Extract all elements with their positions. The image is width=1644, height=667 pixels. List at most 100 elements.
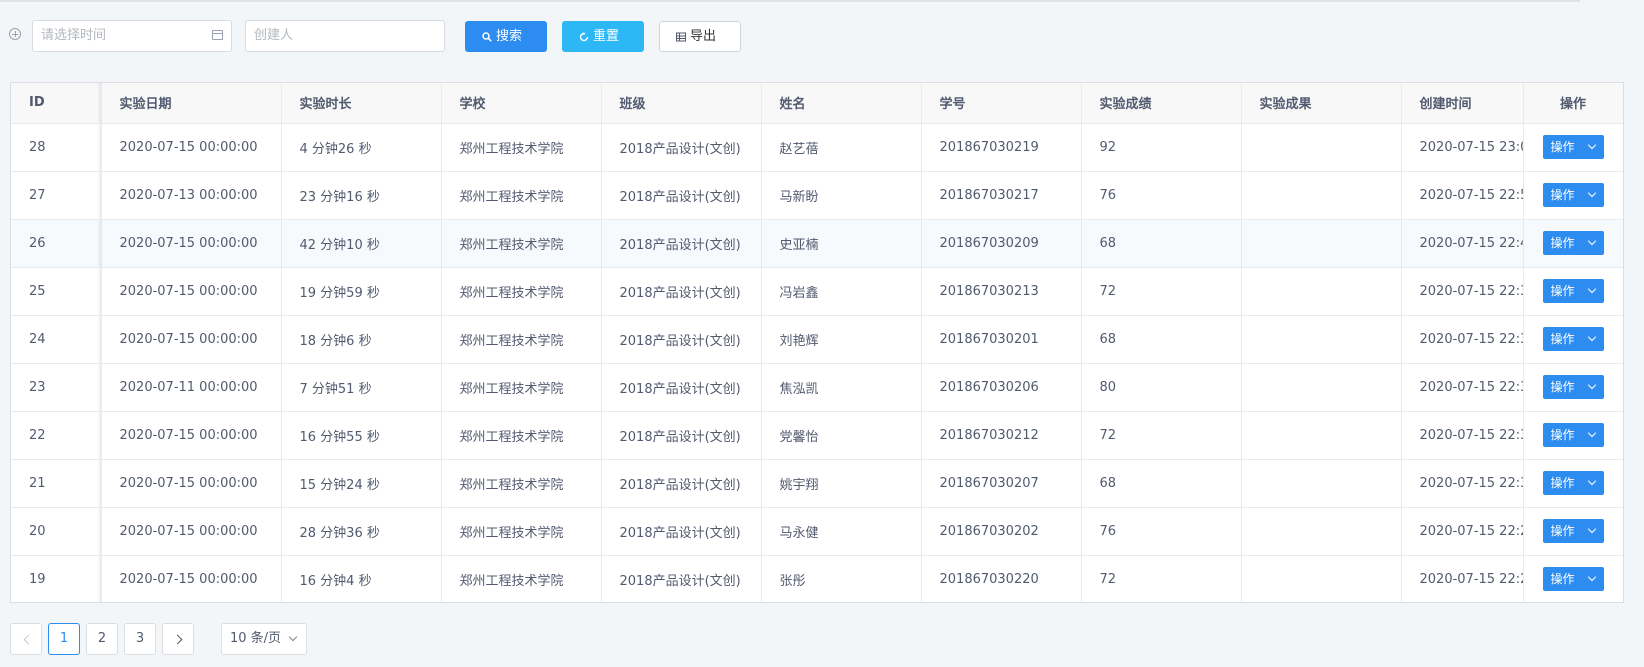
cell-duration: 28 分钟36 秒 (281, 507, 442, 556)
chevron-down-icon (288, 632, 298, 642)
cell-school: 郑州工程技术学院 (441, 219, 602, 268)
reset-button[interactable]: 重置 (562, 21, 644, 52)
row-action-label: 操作 (1550, 524, 1575, 538)
cell-duration: 19 分钟59 秒 (281, 267, 442, 316)
row-action-button[interactable]: 操作 (1542, 567, 1604, 591)
cell-student-no: 201867030213 (921, 267, 1082, 316)
table-row[interactable]: 25 2020-07-15 00:00:00 19 分钟59 秒郑州工程技术学院 20… (11, 267, 1623, 316)
table-row[interactable]: 27 2020-07-13 00:00:00 23 分钟16 秒郑州工程技术学院 20… (11, 171, 1623, 220)
cell-duration: 18 分钟6 秒 (281, 315, 442, 364)
cell-student-no: 201867030206 (921, 363, 1082, 412)
cell-class: 2018产品设计(文创) (601, 411, 762, 460)
cell-name: 史亚楠 (761, 219, 922, 268)
cell-score: 80 (1081, 363, 1242, 412)
row-action-button[interactable]: 操作 (1542, 135, 1604, 159)
table-row[interactable]: 19 2020-07-15 00:00:00 16 分钟4 秒郑州工程技术学院 201… (11, 555, 1623, 602)
cell-id: 28 (11, 123, 102, 172)
column-header-school[interactable]: 学校 (441, 83, 602, 124)
export-button[interactable]: 导出 (659, 21, 741, 52)
cell-date: 2020-07-15 00:00:00 (101, 555, 282, 602)
table-row[interactable]: 26 2020-07-15 00:00:00 42 分钟10 秒郑州工程技术学院 20… (11, 219, 1623, 268)
chevron-down-icon (1587, 284, 1596, 294)
row-action-button[interactable]: 操作 (1542, 231, 1604, 255)
column-header-name[interactable]: 姓名 (761, 83, 922, 124)
cell-score: 72 (1081, 267, 1242, 316)
cell-name: 冯岩鑫 (761, 267, 922, 316)
cell-date: 2020-07-15 00:00:00 (101, 267, 282, 316)
cell-name: 刘艳辉 (761, 315, 922, 364)
creator-placeholder: 创建人 (254, 28, 294, 43)
table-icon (676, 32, 686, 42)
cell-result (1241, 363, 1402, 412)
page-3-button[interactable]: 3 (124, 623, 156, 655)
column-header-created[interactable]: 创建时间 (1401, 83, 1524, 124)
cell-created: 2020-07-15 22:3 (1401, 411, 1524, 460)
filter-toolbar: 请选择时间 创建人 搜索 重置 导出 (0, 20, 1644, 52)
next-page-button[interactable] (162, 623, 194, 655)
cell-result (1241, 459, 1402, 508)
cell-action: 操作 (1522, 267, 1623, 316)
cell-date: 2020-07-15 00:00:00 (101, 123, 282, 172)
expand-icon[interactable] (9, 28, 21, 40)
chevron-down-icon (1587, 380, 1596, 390)
cell-action: 操作 (1522, 507, 1623, 556)
page-1-button[interactable]: 1 (48, 623, 80, 655)
search-button[interactable]: 搜索 (465, 21, 547, 52)
cell-duration: 7 分钟51 秒 (281, 363, 442, 412)
cell-student-no: 201867030217 (921, 171, 1082, 220)
page-2-button[interactable]: 2 (86, 623, 118, 655)
cell-created: 2020-07-15 23:0 (1401, 123, 1524, 172)
cell-created: 2020-07-15 22:3 (1401, 363, 1524, 412)
row-action-label: 操作 (1550, 236, 1575, 250)
cell-score: 68 (1081, 315, 1242, 364)
cell-created: 2020-07-15 22:4 (1401, 219, 1524, 268)
row-action-label: 操作 (1550, 284, 1575, 298)
row-action-button[interactable]: 操作 (1542, 471, 1604, 495)
cell-class: 2018产品设计(文创) (601, 363, 762, 412)
column-header-id[interactable]: ID (11, 83, 102, 124)
table-row[interactable]: 20 2020-07-15 00:00:00 28 分钟36 秒郑州工程技术学院 20… (11, 507, 1623, 556)
column-header-duration[interactable]: 实验时长 (281, 83, 442, 124)
row-action-button[interactable]: 操作 (1542, 327, 1604, 351)
table-row[interactable]: 22 2020-07-15 00:00:00 16 分钟55 秒郑州工程技术学院 20… (11, 411, 1623, 460)
cell-school: 郑州工程技术学院 (441, 123, 602, 172)
cell-id: 25 (11, 267, 102, 316)
row-action-button[interactable]: 操作 (1542, 279, 1604, 303)
cell-created: 2020-07-15 22:2 (1401, 507, 1524, 556)
date-picker-input[interactable]: 请选择时间 (32, 20, 232, 52)
row-action-label: 操作 (1550, 332, 1575, 346)
table-row[interactable]: 24 2020-07-15 00:00:00 18 分钟6 秒郑州工程技术学院 201… (11, 315, 1623, 364)
row-action-button[interactable]: 操作 (1542, 519, 1604, 543)
table-row[interactable]: 21 2020-07-15 00:00:00 15 分钟24 秒郑州工程技术学院 20… (11, 459, 1623, 508)
table-row[interactable]: 28 2020-07-15 00:00:00 4 分钟26 秒郑州工程技术学院 201… (11, 123, 1623, 172)
cell-id: 19 (11, 555, 102, 602)
export-button-label: 导出 (690, 29, 717, 44)
table-row[interactable]: 23 2020-07-11 00:00:00 7 分钟51 秒郑州工程技术学院 201… (11, 363, 1623, 412)
row-action-label: 操作 (1550, 476, 1575, 490)
cell-student-no: 201867030212 (921, 411, 1082, 460)
row-action-button[interactable]: 操作 (1542, 183, 1604, 207)
row-action-label: 操作 (1550, 428, 1575, 442)
chevron-right-icon (172, 634, 183, 645)
chevron-down-icon (1587, 428, 1596, 438)
cell-name: 马新盼 (761, 171, 922, 220)
cell-result (1241, 411, 1402, 460)
cell-result (1241, 507, 1402, 556)
column-header-student-no[interactable]: 学号 (921, 83, 1082, 124)
page-size-label: 10 条/页 (230, 631, 282, 646)
column-header-result[interactable]: 实验成果 (1241, 83, 1402, 124)
column-header-date[interactable]: 实验日期 (101, 83, 282, 124)
cell-result (1241, 555, 1402, 602)
page-size-select[interactable]: 10 条/页 (221, 623, 307, 655)
creator-input[interactable]: 创建人 (245, 20, 445, 52)
prev-page-button[interactable] (10, 623, 42, 655)
column-header-class[interactable]: 班级 (601, 83, 762, 124)
cell-student-no: 201867030220 (921, 555, 1082, 602)
cell-id: 20 (11, 507, 102, 556)
calendar-icon[interactable] (212, 30, 223, 40)
cell-name: 张彤 (761, 555, 922, 602)
column-header-score[interactable]: 实验成绩 (1081, 83, 1242, 124)
row-action-button[interactable]: 操作 (1542, 423, 1604, 447)
cell-id: 23 (11, 363, 102, 412)
row-action-button[interactable]: 操作 (1542, 375, 1604, 399)
